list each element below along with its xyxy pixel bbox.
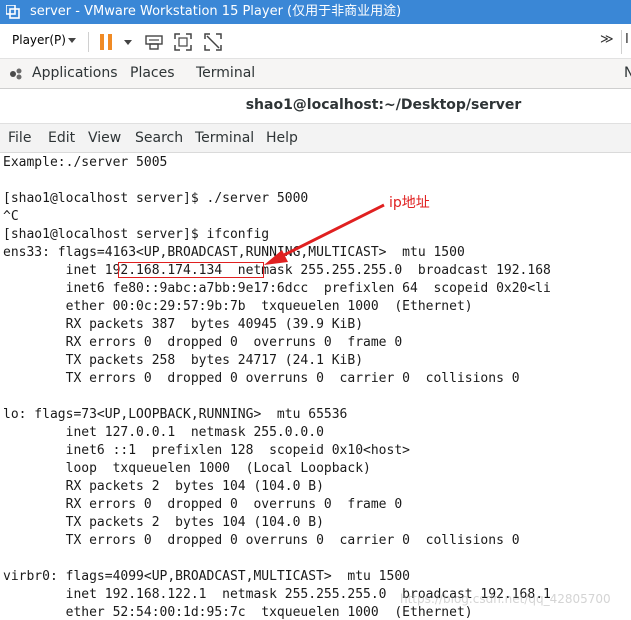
toolbar-overflow-button[interactable]: ≫ <box>600 32 614 47</box>
unity-mode-icon[interactable] <box>203 32 223 52</box>
terminal-app-menu[interactable]: Terminal <box>196 65 255 81</box>
terminal-line: ether 52:54:00:1d:95:7c txqueuelen 1000 … <box>3 605 473 620</box>
terminal-line: RX errors 0 dropped 0 overruns 0 frame 0 <box>3 335 403 350</box>
terminal-window-title: shao1@localhost:~/Desktop/server <box>245 97 522 113</box>
terminal-line: ens33: flags=4163<UP,BROADCAST,RUNNING,M… <box>3 245 465 260</box>
chevron-down-icon[interactable] <box>124 40 132 45</box>
terminal-line: TX errors 0 dropped 0 overruns 0 carrier… <box>3 533 520 548</box>
vmware-title-bar: server - VMware Workstation 15 Player (仅… <box>0 0 631 24</box>
terminal-line: inet6 ::1 prefixlen 128 scopeid 0x10<hos… <box>3 443 410 458</box>
terminal-line: TX errors 0 dropped 0 overruns 0 carrier… <box>3 371 520 386</box>
vmware-toolbar: Player(P) ≫ I <box>0 24 631 59</box>
terminal-line: inet6 fe80::9abc:a7bb:9e17:6dcc prefixle… <box>3 281 551 296</box>
terminal-line: Example:./server 5005 <box>3 155 168 170</box>
player-menu-button[interactable]: Player(P) <box>12 33 66 47</box>
terminal-line: virbr0: flags=4099<UP,BROADCAST,MULTICAS… <box>3 569 410 584</box>
menu-edit[interactable]: Edit <box>48 130 75 146</box>
toolbar-divider <box>621 30 622 54</box>
terminal-line: inet 192.168.174.134 netmask 255.255.255… <box>3 263 551 278</box>
applications-icon <box>10 68 22 80</box>
places-menu[interactable]: Places <box>130 65 175 81</box>
send-ctrl-alt-del-icon[interactable] <box>144 32 164 52</box>
applications-menu[interactable]: Applications <box>32 65 118 81</box>
menu-terminal[interactable]: Terminal <box>195 130 254 146</box>
chevron-down-icon[interactable] <box>68 38 76 43</box>
terminal-line: ^C <box>3 209 19 224</box>
toolbar-divider <box>88 32 89 52</box>
terminal-output[interactable]: Example:./server 5005 [shao1@localhost s… <box>0 153 631 620</box>
terminal-line: loop txqueuelen 1000 (Local Loopback) <box>3 461 371 476</box>
ip-highlight-box <box>118 262 264 278</box>
terminal-line: RX packets 2 bytes 104 (104.0 B) <box>3 479 324 494</box>
menu-help[interactable]: Help <box>266 130 298 146</box>
terminal-header-bar: shao1@localhost:~/Desktop/server <box>0 89 631 124</box>
vmware-app-icon <box>6 5 20 19</box>
menu-search[interactable]: Search <box>135 130 183 146</box>
window-title: server - VMware Workstation 15 Player (仅… <box>30 4 402 19</box>
terminal-line: RX packets 387 bytes 40945 (39.9 KiB) <box>3 317 364 332</box>
terminal-line: lo: flags=73<UP,LOOPBACK,RUNNING> mtu 65… <box>3 407 348 422</box>
top-bar-item-partial[interactable]: N <box>624 65 631 81</box>
terminal-line: [shao1@localhost server]$ ./server 5000 <box>3 191 309 206</box>
terminal-line: TX packets 2 bytes 104 (104.0 B) <box>3 515 324 530</box>
fullscreen-icon[interactable] <box>173 32 193 52</box>
ip-annotation-label: ip地址 <box>389 195 430 211</box>
terminal-line: TX packets 258 bytes 24717 (24.1 KiB) <box>3 353 364 368</box>
terminal-line: inet 127.0.0.1 netmask 255.0.0.0 <box>3 425 324 440</box>
gnome-top-bar: Applications Places Terminal N <box>0 59 631 89</box>
toolbar-item-partial[interactable]: I <box>625 32 629 47</box>
terminal-line: RX errors 0 dropped 0 overruns 0 frame 0 <box>3 497 403 512</box>
pause-icon[interactable] <box>100 34 114 50</box>
menu-view[interactable]: View <box>88 130 121 146</box>
terminal-menubar: File Edit View Search Terminal Help <box>0 124 631 153</box>
terminal-line: [shao1@localhost server]$ ifconfig <box>3 227 270 242</box>
terminal-line: ether 00:0c:29:57:9b:7b txqueuelen 1000 … <box>3 299 473 314</box>
menu-file[interactable]: File <box>8 130 31 146</box>
watermark: https://blog.csdn.net/qq_42805700 <box>400 592 611 606</box>
